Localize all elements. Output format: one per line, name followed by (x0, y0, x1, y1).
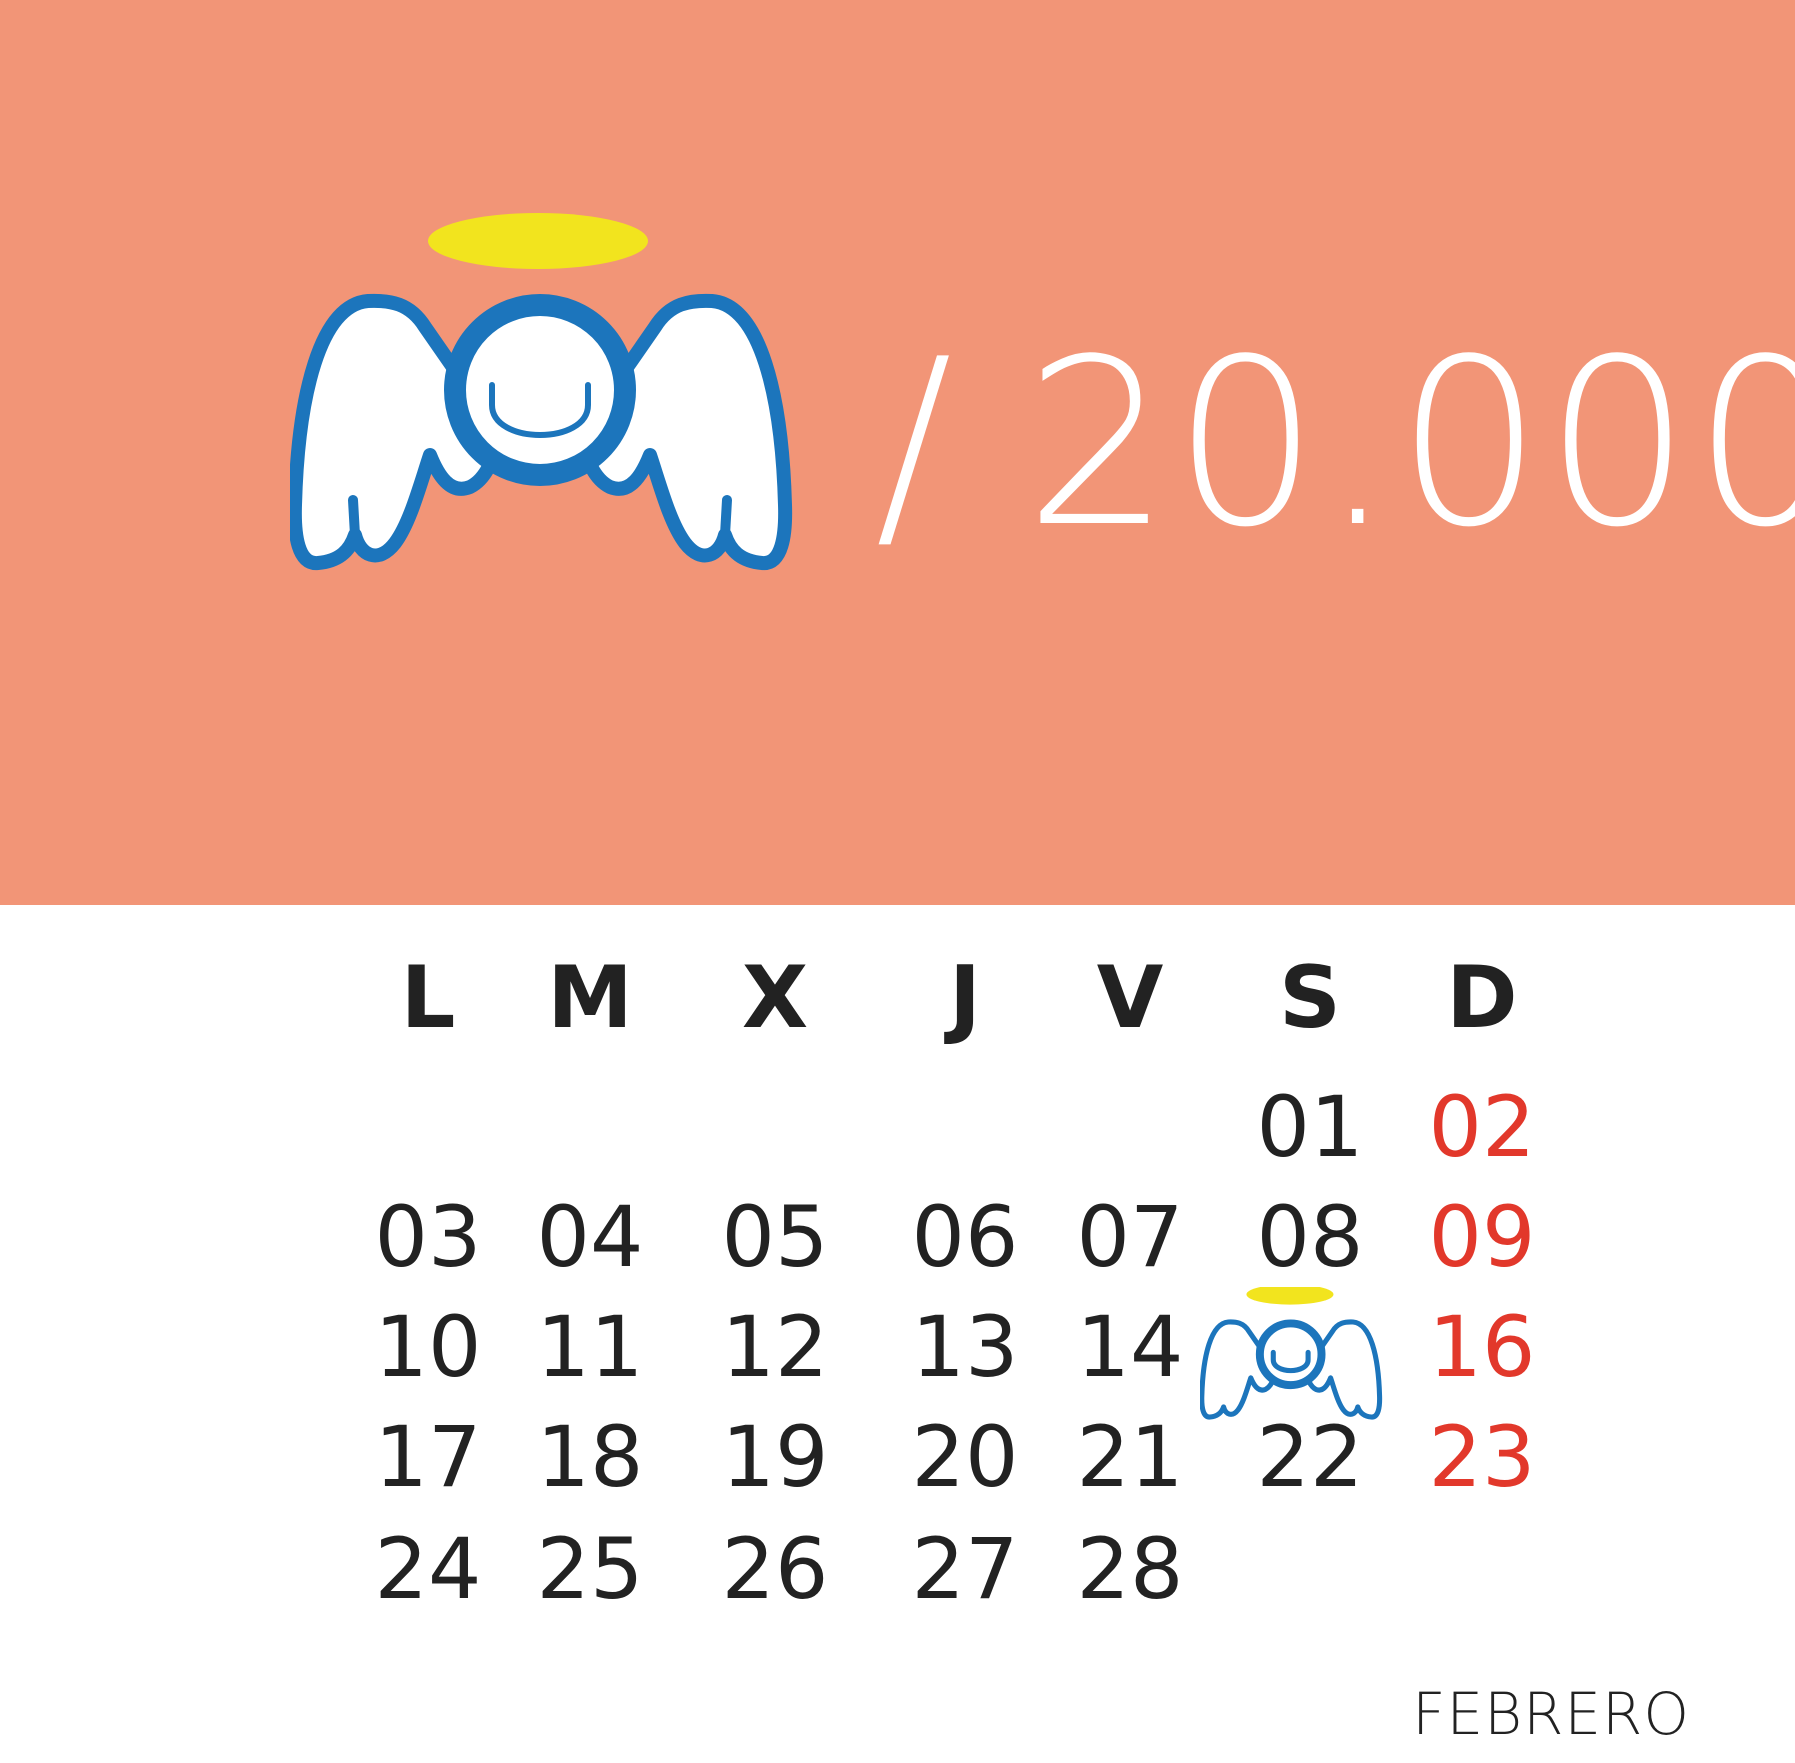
halo (428, 213, 648, 269)
calendar-date: 07 (1076, 1188, 1184, 1286)
weekday-label: J (949, 948, 981, 1048)
calendar-date: 18 (536, 1408, 644, 1506)
calendar: LM X J V S D 01 02 03 04 05 06 07 08 09 10 11 12 13 14 16 17… (0, 905, 1795, 1763)
calendar-date: 10 (374, 1298, 482, 1396)
calendar-date: 20 (911, 1408, 1019, 1506)
weekday-label: D (1446, 948, 1518, 1048)
sunday-date: 23 (1428, 1408, 1536, 1506)
weekday-label: S (1279, 948, 1341, 1048)
angel-head (444, 294, 636, 486)
calendar-date: 26 (721, 1520, 829, 1618)
calendar-date: 11 (536, 1298, 644, 1396)
calendar-date: 05 (721, 1188, 829, 1286)
hero-banner: / 20.000 (0, 0, 1795, 905)
calendar-date: 01 (1256, 1078, 1364, 1176)
weekday-label: V (1096, 948, 1164, 1048)
calendar-date: 24 (374, 1520, 482, 1618)
calendar-date: 03 (374, 1188, 482, 1286)
sunday-date: 02 (1428, 1078, 1536, 1176)
calendar-date: 28 (1076, 1520, 1184, 1618)
counter-value: 20.000 (1024, 311, 1795, 578)
calendar-date: 13 (911, 1298, 1019, 1396)
sunday-date: 16 (1428, 1298, 1536, 1396)
calendar-date: 06 (911, 1188, 1019, 1286)
weekday-label: M (547, 948, 633, 1048)
sunday-date: 09 (1428, 1188, 1536, 1286)
calendar-date: 08 (1256, 1188, 1364, 1286)
month-name: FEBRERO (1412, 1680, 1690, 1748)
calendar-date: 14 (1076, 1298, 1184, 1396)
calendar-date: 19 (721, 1408, 829, 1506)
counter-slash: / (875, 311, 955, 578)
calendar-date: 25 (536, 1520, 644, 1618)
calendar-date: 22 (1256, 1408, 1364, 1506)
calendar-date: 04 (536, 1188, 644, 1286)
angel-icon (1200, 1287, 1383, 1420)
angel-counter: /20.000 (875, 330, 1795, 560)
calendar-date: 17 (374, 1408, 482, 1506)
weekday-label: X (741, 948, 809, 1048)
weekday-label: L (400, 948, 456, 1048)
angel-icon (290, 213, 793, 570)
calendar-date: 12 (721, 1298, 829, 1396)
calendar-date: 27 (911, 1520, 1019, 1618)
calendar-date: 21 (1076, 1408, 1184, 1506)
